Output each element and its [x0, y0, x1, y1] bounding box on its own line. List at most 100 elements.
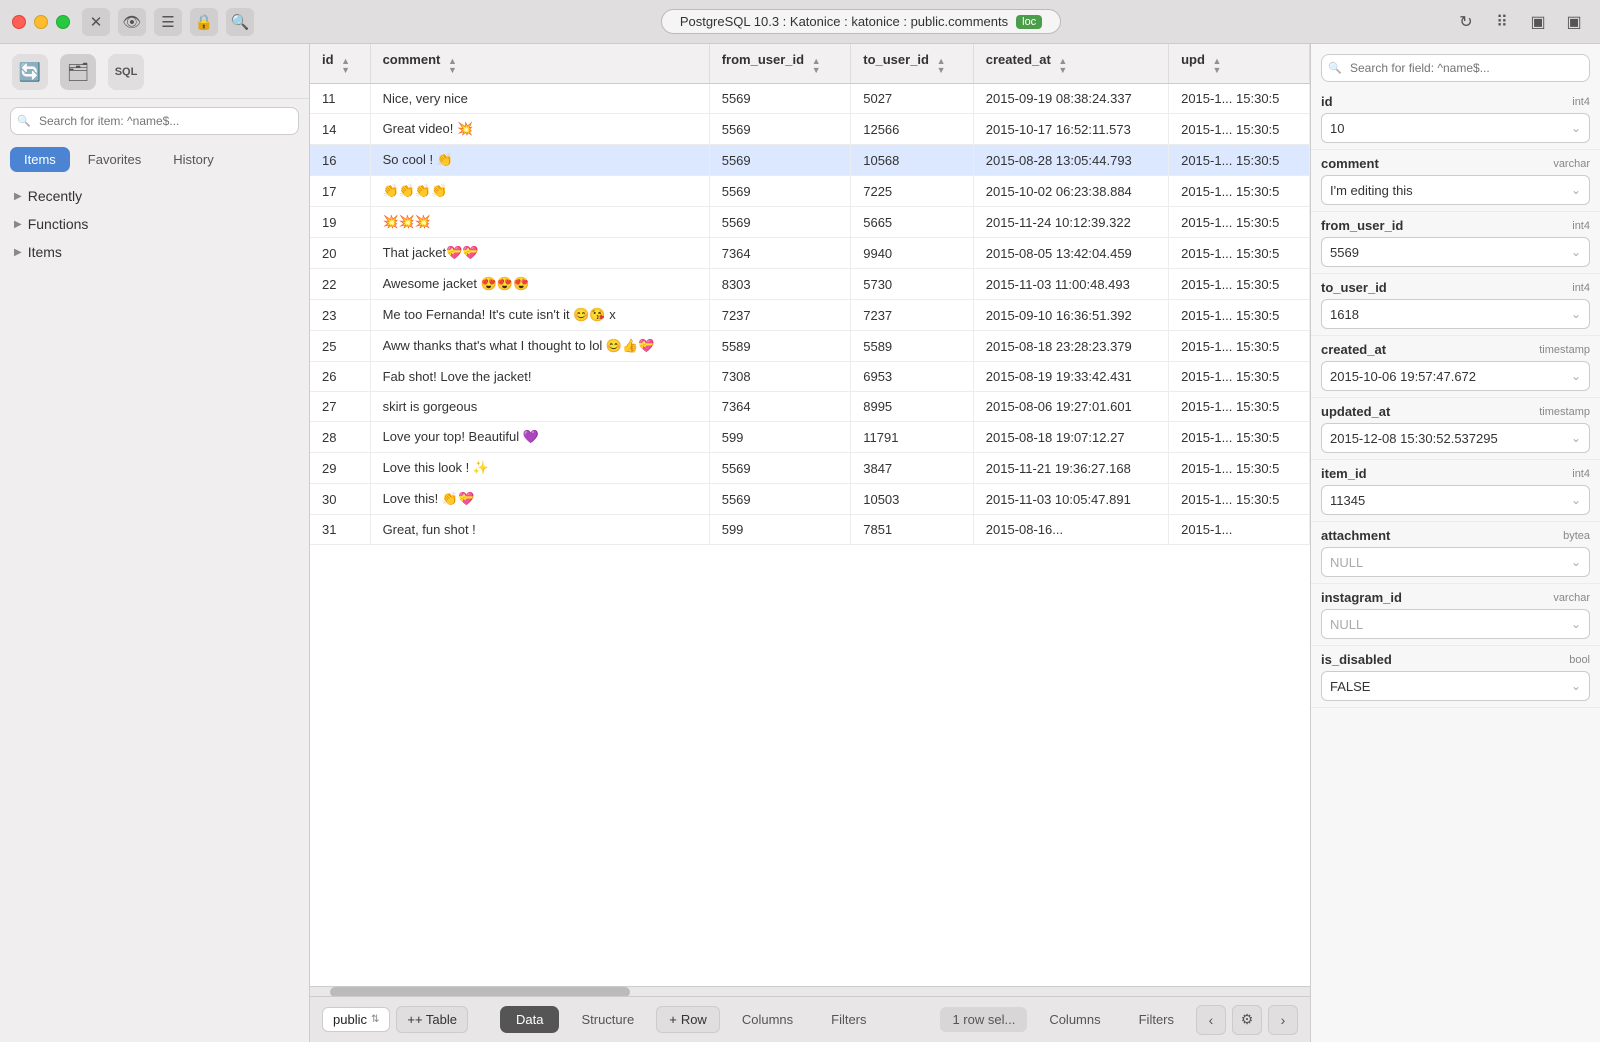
- settings-icon[interactable]: ⚙: [1232, 1005, 1262, 1035]
- sidebar-sql-icon[interactable]: SQL: [108, 54, 144, 90]
- table-cell-from_user_id[interactable]: 5569: [709, 453, 851, 484]
- table-row[interactable]: 23Me too Fernanda! It's cute isn't it 😊😘…: [310, 300, 1310, 331]
- table-cell-from_user_id[interactable]: 5569: [709, 176, 851, 207]
- table-cell-comment[interactable]: skirt is gorgeous: [370, 392, 709, 422]
- table-scroll-area[interactable]: id ▲▼ comment ▲▼ from_user_id ▲▼ to_user…: [310, 44, 1310, 986]
- sidebar-search-input[interactable]: [10, 107, 299, 135]
- table-cell-upd[interactable]: 2015-1... 15:30:5: [1169, 238, 1310, 269]
- table-row[interactable]: 28Love your top! Beautiful 💜599117912015…: [310, 422, 1310, 453]
- table-cell-comment[interactable]: Nice, very nice: [370, 84, 709, 114]
- table-cell-to_user_id[interactable]: 11791: [851, 422, 974, 453]
- rp-field-value-comment[interactable]: I'm editing this⌄: [1321, 175, 1590, 205]
- table-cell-to_user_id[interactable]: 7851: [851, 515, 974, 545]
- col-header-from-user-id[interactable]: from_user_id ▲▼: [709, 44, 851, 84]
- table-row[interactable]: 31Great, fun shot !59978512015-08-16...2…: [310, 515, 1310, 545]
- table-cell-upd[interactable]: 2015-1... 15:30:5: [1169, 176, 1310, 207]
- table-cell-comment[interactable]: Awesome jacket 😍😍😍: [370, 269, 709, 300]
- table-row[interactable]: 20That jacket💝💝736499402015-08-05 13:42:…: [310, 238, 1310, 269]
- table-cell-comment[interactable]: So cool ! 👏: [370, 145, 709, 176]
- table-cell-from_user_id[interactable]: 5569: [709, 484, 851, 515]
- nav-prev-icon[interactable]: ‹: [1196, 1005, 1226, 1035]
- rp-search-input[interactable]: [1321, 54, 1590, 82]
- table-cell-upd[interactable]: 2015-1... 15:30:5: [1169, 114, 1310, 145]
- eye-icon[interactable]: 👁: [118, 8, 146, 36]
- minimize-button[interactable]: [34, 15, 48, 29]
- sidebar-tab-items[interactable]: Items: [10, 147, 70, 172]
- table-cell-from_user_id[interactable]: 5569: [709, 207, 851, 238]
- sidebar-table-icon[interactable]: 🗂: [60, 54, 96, 90]
- tab-structure[interactable]: Structure: [565, 1006, 650, 1033]
- list-icon[interactable]: ☰: [154, 8, 182, 36]
- table-cell-created_at[interactable]: 2015-08-19 19:33:42.431: [973, 362, 1168, 392]
- table-cell-comment[interactable]: Love this look ! ✨: [370, 453, 709, 484]
- table-cell-id[interactable]: 23: [310, 300, 370, 331]
- rp-field-value-item_id[interactable]: 11345⌄: [1321, 485, 1590, 515]
- table-cell-upd[interactable]: 2015-1... 15:30:5: [1169, 331, 1310, 362]
- table-cell-comment[interactable]: Love this! 👏💝: [370, 484, 709, 515]
- table-row[interactable]: 29Love this look ! ✨556938472015-11-21 1…: [310, 453, 1310, 484]
- table-cell-to_user_id[interactable]: 10503: [851, 484, 974, 515]
- table-cell-from_user_id[interactable]: 7364: [709, 238, 851, 269]
- table-cell-id[interactable]: 11: [310, 84, 370, 114]
- table-cell-comment[interactable]: 👏👏👏👏: [370, 176, 709, 207]
- nav-next-icon[interactable]: ›: [1268, 1005, 1298, 1035]
- table-cell-from_user_id[interactable]: 5569: [709, 84, 851, 114]
- lock-icon[interactable]: 🔒: [190, 8, 218, 36]
- table-cell-id[interactable]: 14: [310, 114, 370, 145]
- tab-filters[interactable]: Filters: [815, 1006, 882, 1033]
- table-cell-id[interactable]: 16: [310, 145, 370, 176]
- table-cell-comment[interactable]: Me too Fernanda! It's cute isn't it 😊😘 x: [370, 300, 709, 331]
- table-cell-id[interactable]: 27: [310, 392, 370, 422]
- grid-icon[interactable]: ⠿: [1488, 8, 1516, 36]
- table-cell-created_at[interactable]: 2015-08-18 23:28:23.379: [973, 331, 1168, 362]
- tab-filters-2[interactable]: Filters: [1123, 1006, 1190, 1033]
- table-cell-created_at[interactable]: 2015-10-02 06:23:38.884: [973, 176, 1168, 207]
- rp-field-value-updated_at[interactable]: 2015-12-08 15:30:52.537295⌄: [1321, 423, 1590, 453]
- sidebar-tab-favorites[interactable]: Favorites: [74, 147, 155, 172]
- table-cell-comment[interactable]: Love your top! Beautiful 💜: [370, 422, 709, 453]
- row-selection-label[interactable]: 1 row sel...: [940, 1007, 1027, 1032]
- table-cell-created_at[interactable]: 2015-09-19 08:38:24.337: [973, 84, 1168, 114]
- table-cell-id[interactable]: 17: [310, 176, 370, 207]
- table-cell-id[interactable]: 30: [310, 484, 370, 515]
- table-row[interactable]: 22Awesome jacket 😍😍😍830357302015-11-03 1…: [310, 269, 1310, 300]
- table-cell-upd[interactable]: 2015-1... 15:30:5: [1169, 453, 1310, 484]
- add-table-button[interactable]: + + Table: [396, 1006, 468, 1033]
- col-header-id[interactable]: id ▲▼: [310, 44, 370, 84]
- table-cell-to_user_id[interactable]: 5665: [851, 207, 974, 238]
- table-cell-id[interactable]: 20: [310, 238, 370, 269]
- tree-item-functions[interactable]: ▶ Functions: [0, 210, 309, 238]
- table-cell-created_at[interactable]: 2015-10-17 16:52:11.573: [973, 114, 1168, 145]
- rp-field-value-to_user_id[interactable]: 1618⌄: [1321, 299, 1590, 329]
- sidebar-tab-history[interactable]: History: [159, 147, 227, 172]
- table-cell-to_user_id[interactable]: 3847: [851, 453, 974, 484]
- table-row[interactable]: 11Nice, very nice556950272015-09-19 08:3…: [310, 84, 1310, 114]
- col-header-created-at[interactable]: created_at ▲▼: [973, 44, 1168, 84]
- maximize-button[interactable]: [56, 15, 70, 29]
- table-cell-to_user_id[interactable]: 7225: [851, 176, 974, 207]
- table-cell-created_at[interactable]: 2015-11-03 11:00:48.493: [973, 269, 1168, 300]
- table-cell-upd[interactable]: 2015-1... 15:30:5: [1169, 145, 1310, 176]
- table-cell-upd[interactable]: 2015-1... 15:30:5: [1169, 422, 1310, 453]
- table-cell-from_user_id[interactable]: 5589: [709, 331, 851, 362]
- search-icon[interactable]: 🔍: [226, 8, 254, 36]
- table-cell-comment[interactable]: Fab shot! Love the jacket!: [370, 362, 709, 392]
- tab-columns[interactable]: Columns: [726, 1006, 809, 1033]
- table-row[interactable]: 26Fab shot! Love the jacket!730869532015…: [310, 362, 1310, 392]
- table-cell-created_at[interactable]: 2015-08-18 19:07:12.27: [973, 422, 1168, 453]
- rp-field-value-is_disabled[interactable]: FALSE⌄: [1321, 671, 1590, 701]
- table-cell-upd[interactable]: 2015-1... 15:30:5: [1169, 269, 1310, 300]
- table-cell-from_user_id[interactable]: 5569: [709, 145, 851, 176]
- table-cell-created_at[interactable]: 2015-11-21 19:36:27.168: [973, 453, 1168, 484]
- table-cell-id[interactable]: 25: [310, 331, 370, 362]
- close-button[interactable]: [12, 15, 26, 29]
- table-row[interactable]: 30Love this! 👏💝5569105032015-11-03 10:05…: [310, 484, 1310, 515]
- table-cell-comment[interactable]: That jacket💝💝: [370, 238, 709, 269]
- tree-item-recently[interactable]: ▶ Recently: [0, 182, 309, 210]
- schema-selector[interactable]: public ⇅: [322, 1007, 390, 1032]
- table-cell-upd[interactable]: 2015-1... 15:30:5: [1169, 362, 1310, 392]
- table-cell-to_user_id[interactable]: 5027: [851, 84, 974, 114]
- table-cell-id[interactable]: 28: [310, 422, 370, 453]
- table-cell-from_user_id[interactable]: 7364: [709, 392, 851, 422]
- table-cell-upd[interactable]: 2015-1...: [1169, 515, 1310, 545]
